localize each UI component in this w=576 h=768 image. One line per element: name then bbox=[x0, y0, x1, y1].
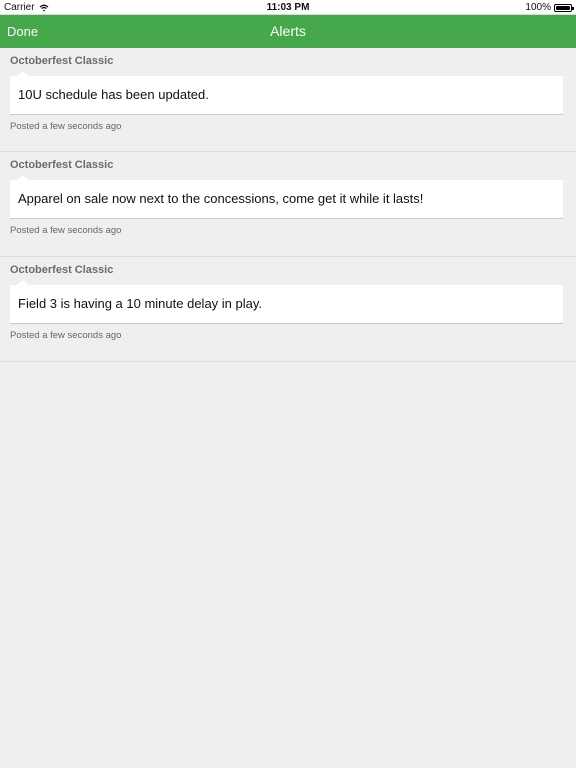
navigation-bar: Done Alerts bbox=[0, 15, 576, 48]
alert-message: 10U schedule has been updated. bbox=[18, 87, 209, 102]
alert-timestamp: Posted a few seconds ago bbox=[10, 330, 122, 341]
alert-source: Octoberfest Classic bbox=[10, 159, 114, 171]
alert-item: Octoberfest Classic Field 3 is having a … bbox=[0, 257, 576, 362]
alerts-list: Octoberfest Classic 10U schedule has bee… bbox=[0, 48, 576, 362]
alert-message-bubble[interactable]: Field 3 is having a 10 minute delay in p… bbox=[10, 280, 563, 324]
page-title: Alerts bbox=[270, 23, 306, 39]
alert-item: Octoberfest Classic 10U schedule has bee… bbox=[0, 48, 576, 152]
alert-timestamp: Posted a few seconds ago bbox=[10, 121, 122, 132]
alert-item: Octoberfest Classic Apparel on sale now … bbox=[0, 152, 576, 257]
alert-source: Octoberfest Classic bbox=[10, 264, 114, 276]
alert-message-bubble[interactable]: Apparel on sale now next to the concessi… bbox=[10, 175, 563, 219]
status-time: 11:03 PM bbox=[266, 2, 310, 13]
alert-source: Octoberfest Classic bbox=[10, 55, 114, 67]
alert-message-bubble[interactable]: 10U schedule has been updated. bbox=[10, 71, 563, 115]
alert-message: Apparel on sale now next to the concessi… bbox=[18, 191, 424, 206]
battery-icon bbox=[554, 3, 574, 12]
battery-fill bbox=[556, 5, 570, 10]
alert-message: Field 3 is having a 10 minute delay in p… bbox=[18, 296, 263, 311]
status-right: 100% bbox=[525, 0, 574, 15]
battery-percent: 100% bbox=[525, 2, 551, 13]
status-bar: Carrier 11:03 PM 100% bbox=[0, 0, 576, 15]
alert-timestamp: Posted a few seconds ago bbox=[10, 225, 122, 236]
